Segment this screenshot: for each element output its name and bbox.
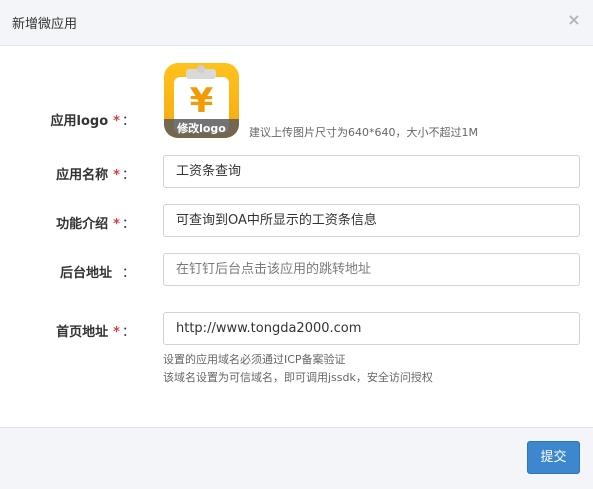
submit-button[interactable]: 提交 xyxy=(527,441,580,474)
logo-label-row: 应用logo *： xyxy=(15,110,135,129)
dialog-footer xyxy=(0,427,593,489)
label-colon: ： xyxy=(121,325,135,340)
required-mark: * xyxy=(113,217,120,232)
label-colon: ： xyxy=(121,114,135,129)
yen-icon: ¥ xyxy=(189,81,214,121)
home-url-hint-2: 该域名设置为可信域名，即可调用jssdk，安全访问授权 xyxy=(163,371,433,384)
required-mark: * xyxy=(113,168,120,183)
app-name-input[interactable]: 工资条查询 xyxy=(163,155,580,188)
intro-label-row: 功能介绍 *： xyxy=(15,213,135,232)
backend-url-label: 后台地址 xyxy=(59,266,112,281)
app-logo-upload[interactable]: ¥ 修改logo xyxy=(164,63,239,138)
dialog-header: 新增微应用 × xyxy=(0,0,593,46)
logo-label: 应用logo xyxy=(50,114,109,129)
label-colon: ： xyxy=(121,217,135,232)
home-url-hint-1: 设置的应用域名必须通过ICP备案验证 xyxy=(163,353,346,366)
app-name-label-row: 应用名称 *： xyxy=(15,164,135,183)
clipboard-clip xyxy=(186,65,216,79)
dialog-title: 新增微应用 xyxy=(12,17,78,32)
home-url-label-row: 首页地址 *： xyxy=(15,321,135,340)
change-logo-button[interactable]: 修改logo xyxy=(164,119,239,138)
home-url-input[interactable]: http://www.tongda2000.com xyxy=(163,312,580,345)
required-mark: * xyxy=(113,325,120,340)
required-mark: * xyxy=(113,114,120,129)
backend-url-input[interactable]: 在钉钉后台点击该应用的跳转地址 xyxy=(163,253,580,286)
intro-label: 功能介绍 xyxy=(56,217,109,232)
label-colon: ： xyxy=(121,266,135,281)
home-url-label: 首页地址 xyxy=(56,325,109,340)
close-icon[interactable]: × xyxy=(567,10,581,30)
add-micro-app-dialog: 新增微应用 × 应用logo *： ¥ 修改logo 建议上传图片尺寸为640*6… xyxy=(0,0,593,489)
backend-url-label-row: 后台地址 ： xyxy=(15,262,135,281)
intro-input[interactable]: 可查询到OA中所显示的工资条信息 xyxy=(163,204,580,237)
app-name-label: 应用名称 xyxy=(56,168,109,183)
label-colon: ： xyxy=(121,168,135,183)
logo-hint: 建议上传图片尺寸为640*640，大小不超过1M xyxy=(249,126,478,139)
